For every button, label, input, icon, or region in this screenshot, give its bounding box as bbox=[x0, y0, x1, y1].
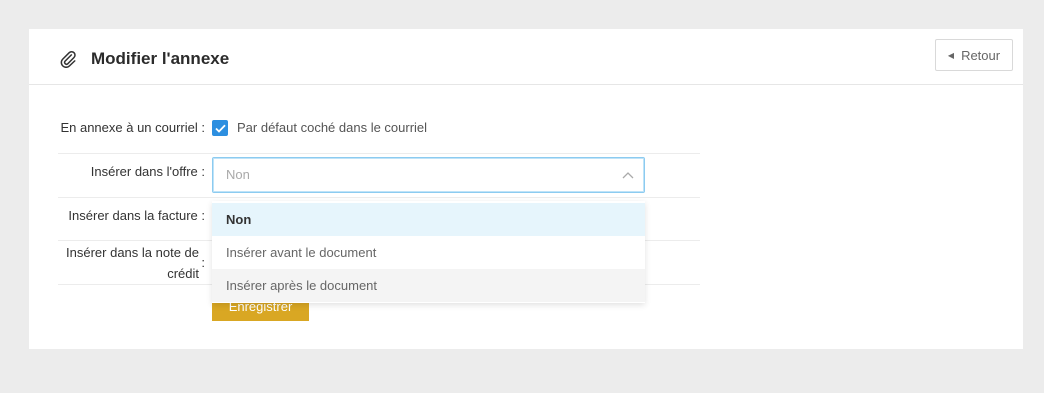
paperclip-icon bbox=[60, 50, 76, 68]
chevron-up-icon bbox=[622, 172, 634, 179]
card-header: Modifier l'annexe ◀ Retour bbox=[29, 29, 1023, 85]
back-button-label: Retour bbox=[961, 47, 1001, 63]
offre-dropdown-menu: Non Insérer avant le document Insérer ap… bbox=[212, 201, 645, 303]
dropdown-option-non[interactable]: Non bbox=[212, 203, 645, 236]
dropdown-option-avant[interactable]: Insérer avant le document bbox=[212, 236, 645, 269]
back-button[interactable]: ◀ Retour bbox=[935, 39, 1013, 71]
checkmark-icon bbox=[214, 124, 226, 133]
note-label-colon: : bbox=[201, 255, 205, 270]
row-divider bbox=[58, 153, 700, 154]
dropdown-option-apres[interactable]: Insérer après le document bbox=[212, 269, 645, 302]
caret-left-icon: ◀ bbox=[947, 50, 955, 60]
courriel-label: En annexe à un courriel : bbox=[60, 120, 205, 135]
courriel-checkbox-label[interactable]: Par défaut coché dans le courriel bbox=[237, 118, 427, 138]
row-divider bbox=[58, 197, 700, 198]
courriel-checkbox[interactable] bbox=[212, 120, 228, 136]
edit-attachment-card: Modifier l'annexe ◀ Retour En annexe à u… bbox=[29, 29, 1023, 349]
offre-select-value: Non bbox=[226, 167, 250, 182]
page-title: Modifier l'annexe bbox=[91, 49, 230, 68]
offre-label: Insérer dans l'offre : bbox=[90, 164, 205, 179]
facture-label: Insérer dans la facture : bbox=[68, 208, 205, 223]
offre-select[interactable]: Non bbox=[212, 157, 645, 193]
